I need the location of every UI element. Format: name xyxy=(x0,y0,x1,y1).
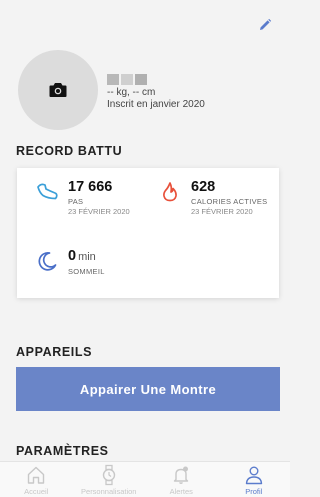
devices-section-title: APPAREILS xyxy=(16,345,93,359)
steps-date: 23 FÉVRIER 2020 xyxy=(68,207,130,216)
pencil-icon xyxy=(260,18,272,30)
tab-alerts-label: Alertes xyxy=(169,487,193,496)
shoe-icon xyxy=(37,183,58,200)
tab-customization[interactable]: Personnalisation xyxy=(73,462,146,496)
camera-icon xyxy=(49,83,67,97)
settings-section-title: PARAMÈTRES xyxy=(16,444,109,458)
flame-icon xyxy=(163,182,177,202)
tab-alerts[interactable]: Alertes xyxy=(145,462,218,496)
calories-value: 628 xyxy=(191,179,216,195)
bottom-tab-bar: Accueil Personnalisation Alertes Profil xyxy=(0,461,290,497)
profile-header: -- kg, -- cm Inscrit en janvier 2020 xyxy=(18,50,272,130)
tab-customization-label: Personnalisation xyxy=(81,487,137,496)
blurred-username xyxy=(107,73,205,85)
calories-label: CALORIES ACTIVES xyxy=(191,197,268,206)
bell-icon xyxy=(174,466,189,484)
steps-label: PAS xyxy=(68,197,84,206)
calories-record: 628 CALORIES ACTIVES 23 FÉVRIER 2020 xyxy=(157,179,268,216)
steps-record: 17 666 PAS 23 FÉVRIER 2020 xyxy=(34,179,130,216)
records-section-title: RECORD BATTU xyxy=(16,144,123,158)
profile-info: -- kg, -- cm Inscrit en janvier 2020 xyxy=(107,70,205,111)
edit-profile-button[interactable] xyxy=(254,14,276,36)
moon-icon xyxy=(38,252,57,271)
calories-date: 23 FÉVRIER 2020 xyxy=(191,207,253,216)
avatar[interactable] xyxy=(18,50,98,130)
tab-profile[interactable]: Profil xyxy=(218,462,291,496)
sleep-unit: min xyxy=(78,251,96,263)
watch-icon xyxy=(102,464,115,486)
member-since-text: Inscrit en janvier 2020 xyxy=(107,98,205,110)
sleep-value-line: 0 min xyxy=(68,248,105,265)
sleep-label: SOMMEIL xyxy=(68,267,105,276)
sleep-record: 0 min SOMMEIL xyxy=(34,248,105,276)
steps-value: 17 666 xyxy=(68,179,113,195)
home-icon xyxy=(28,466,45,484)
weight-height-text: -- kg, -- cm xyxy=(107,86,156,98)
records-card: 17 666 PAS 23 FÉVRIER 2020 628 CALORIES … xyxy=(17,168,279,298)
person-icon xyxy=(245,466,262,485)
tab-home[interactable]: Accueil xyxy=(0,462,73,496)
pair-watch-button[interactable]: Appairer Une Montre xyxy=(16,367,280,411)
tab-home-label: Accueil xyxy=(24,487,49,496)
tab-profile-label: Profil xyxy=(245,487,263,496)
sleep-value: 0 xyxy=(68,248,77,264)
